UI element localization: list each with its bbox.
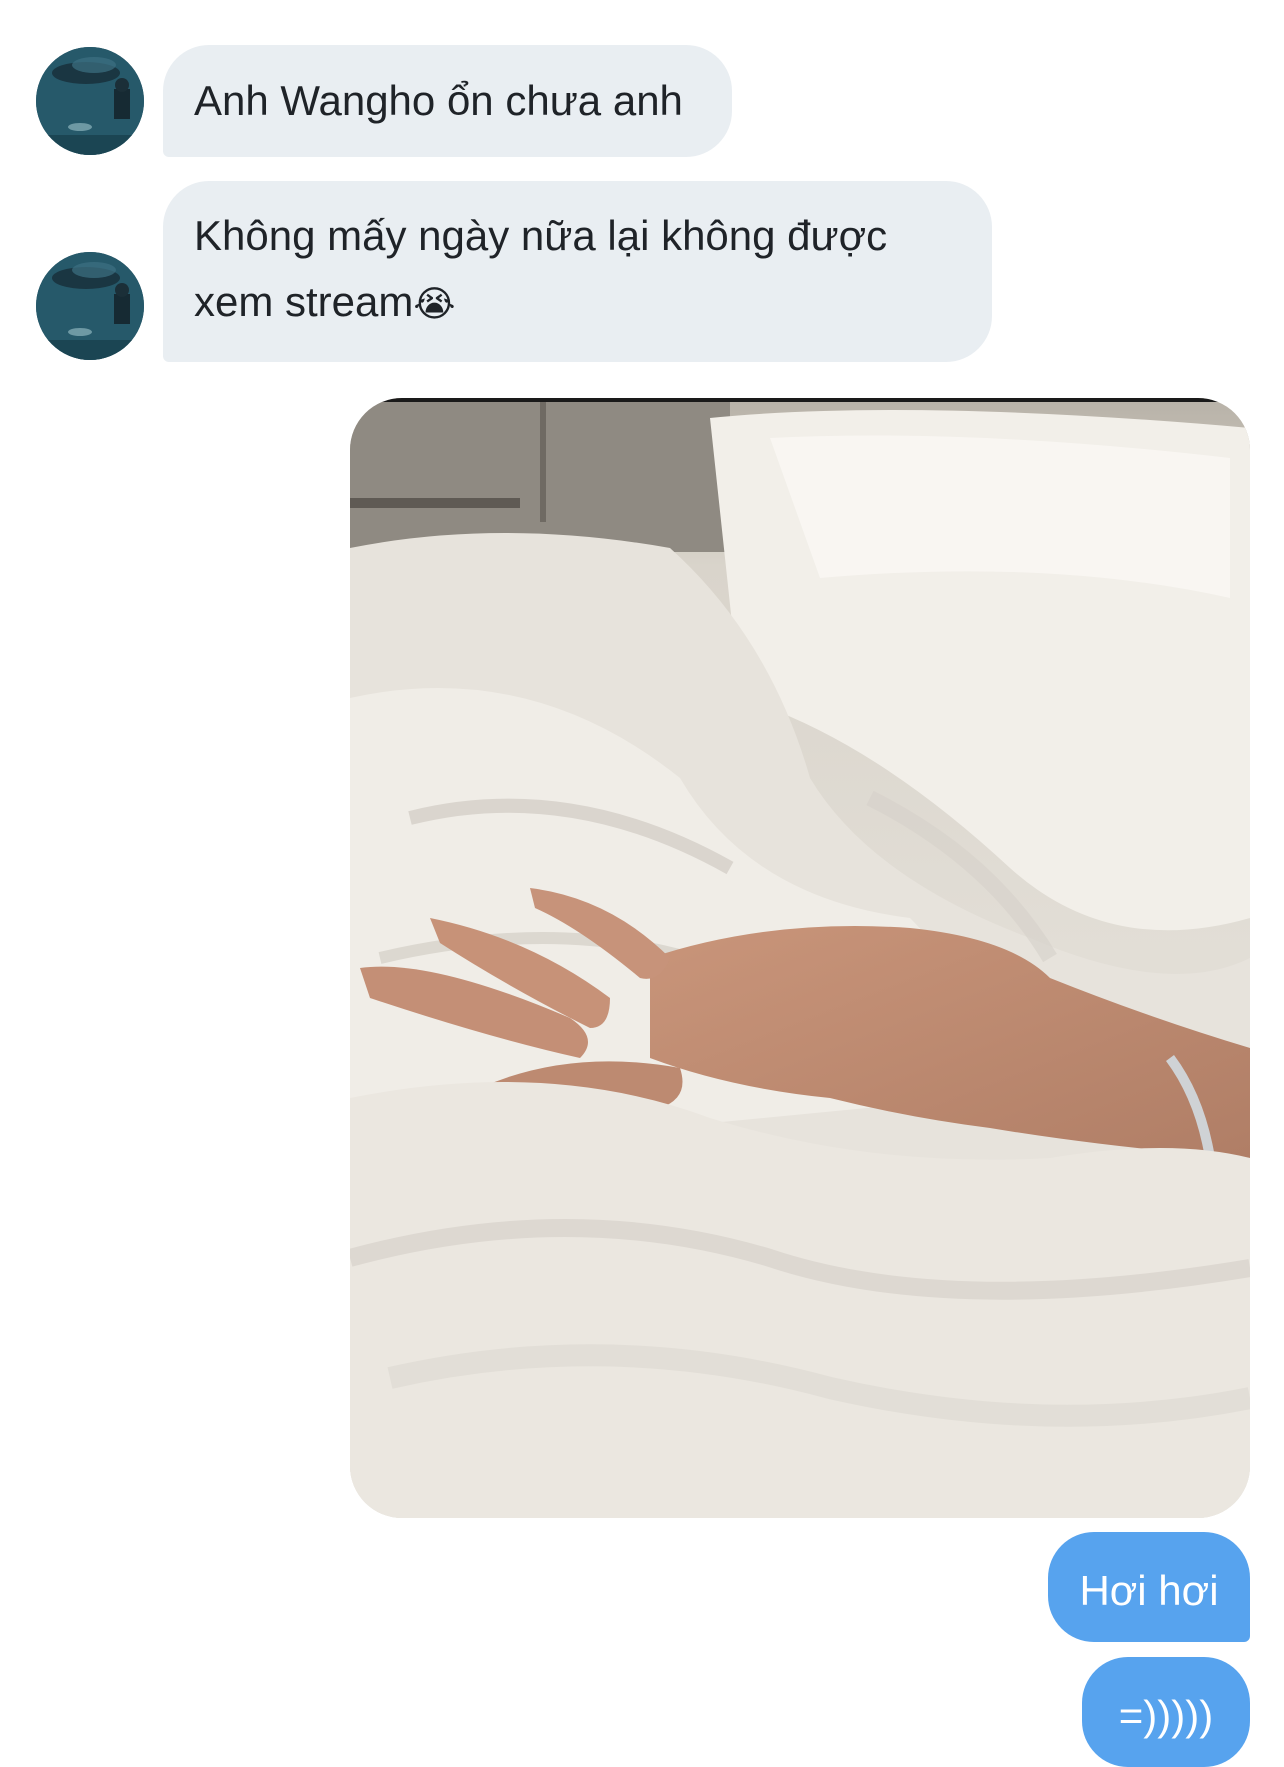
message-text: Anh Wangho ổn chưa anh (194, 77, 683, 124)
crying-emoji-icon: 😭 (413, 283, 456, 324)
message-text-line: Không mấy ngày nữa lại không được (194, 212, 888, 259)
message-text: =))))) (1118, 1692, 1214, 1739)
photo-message[interactable] (350, 398, 1250, 1518)
avatar-image (36, 47, 144, 155)
incoming-message[interactable]: Anh Wangho ổn chưa anh (163, 45, 732, 157)
avatar-image (36, 252, 144, 360)
outgoing-message[interactable]: Hơi hơi (1048, 1532, 1250, 1642)
message-text: xem stream (194, 278, 414, 325)
message-text-line: xem stream😭 (194, 269, 962, 337)
message-text: Hơi hơi (1079, 1567, 1219, 1614)
photo-image (350, 398, 1250, 1518)
avatar[interactable] (36, 252, 144, 360)
incoming-message[interactable]: Không mấy ngày nữa lại không được xem st… (163, 181, 992, 362)
outgoing-message[interactable]: =))))) (1082, 1657, 1250, 1767)
avatar[interactable] (36, 47, 144, 155)
